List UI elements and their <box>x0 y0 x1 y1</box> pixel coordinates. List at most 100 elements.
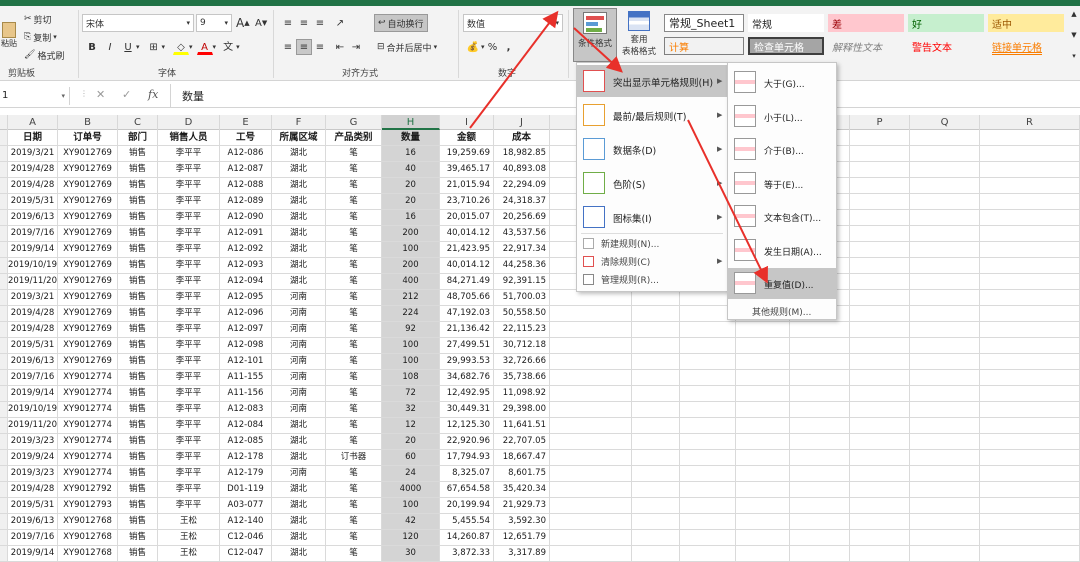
cell[interactable]: A12-087 <box>220 162 272 178</box>
cell[interactable]: 销售 <box>118 466 158 482</box>
select-all-corner[interactable] <box>0 115 8 130</box>
empty-cell[interactable] <box>910 418 980 434</box>
cell[interactable]: 销售 <box>118 258 158 274</box>
cell[interactable]: 200 <box>382 258 440 274</box>
empty-cell[interactable] <box>980 546 1080 562</box>
copy-button[interactable]: ⎘ 复制 ▾ <box>24 28 57 46</box>
cell[interactable]: 笔 <box>326 242 382 258</box>
empty-cell[interactable] <box>680 338 736 354</box>
empty-cell[interactable] <box>550 386 632 402</box>
empty-cell[interactable] <box>850 210 910 226</box>
cell[interactable]: 24,318.37 <box>494 194 550 210</box>
empty-cell[interactable] <box>910 162 980 178</box>
empty-cell[interactable] <box>632 354 680 370</box>
empty-cell[interactable] <box>980 258 1080 274</box>
cell[interactable]: 李平平 <box>158 466 220 482</box>
empty-cell[interactable] <box>550 290 632 306</box>
style-check-cell[interactable]: 检查单元格 <box>748 37 824 55</box>
empty-cell[interactable] <box>980 338 1080 354</box>
cell[interactable]: XY9012769 <box>58 210 118 226</box>
empty-cell[interactable] <box>550 354 632 370</box>
cell[interactable]: 笔 <box>326 162 382 178</box>
cell[interactable]: XY9012769 <box>58 354 118 370</box>
empty-cell[interactable] <box>910 354 980 370</box>
empty-cell[interactable] <box>850 530 910 546</box>
cell[interactable]: 2019/5/31 <box>8 194 58 210</box>
cell[interactable]: A11-156 <box>220 386 272 402</box>
row-header[interactable] <box>0 274 8 290</box>
cell[interactable]: 湖北 <box>272 418 326 434</box>
empty-cell[interactable] <box>680 530 736 546</box>
cell[interactable]: A12-086 <box>220 146 272 162</box>
cell[interactable]: 销售 <box>118 546 158 562</box>
cancel-icon[interactable]: ✕ <box>96 88 105 101</box>
cell[interactable]: 2019/3/21 <box>8 290 58 306</box>
align-middle-icon[interactable]: ≡ <box>296 15 312 31</box>
row-header[interactable] <box>0 418 8 434</box>
cell[interactable]: 2019/11/20 <box>8 418 58 434</box>
empty-cell[interactable] <box>980 370 1080 386</box>
empty-cell[interactable] <box>910 498 980 514</box>
cell[interactable]: 湖北 <box>272 482 326 498</box>
cell[interactable]: 42 <box>382 514 440 530</box>
empty-cell[interactable] <box>790 354 850 370</box>
cell[interactable]: 销售 <box>118 178 158 194</box>
menu-top-bottom-rules[interactable]: 最前/最后规则(T) ▶ <box>577 99 727 131</box>
column-header-g[interactable]: G <box>326 115 382 130</box>
cell[interactable]: XY9012792 <box>58 482 118 498</box>
empty-cell[interactable] <box>980 178 1080 194</box>
cell[interactable]: 22,707.05 <box>494 434 550 450</box>
empty-cell[interactable] <box>550 450 632 466</box>
empty-cell[interactable] <box>680 466 736 482</box>
cell[interactable]: 3,317.89 <box>494 546 550 562</box>
cell[interactable]: 44,258.36 <box>494 258 550 274</box>
empty-cell[interactable] <box>632 450 680 466</box>
empty-cell[interactable] <box>910 402 980 418</box>
submenu-between[interactable]: 介于(B)... <box>728 134 836 165</box>
empty-cell[interactable] <box>850 386 910 402</box>
cell[interactable]: XY9012769 <box>58 290 118 306</box>
cell[interactable]: 李平平 <box>158 258 220 274</box>
empty-cell[interactable] <box>910 210 980 226</box>
empty-cell[interactable] <box>790 402 850 418</box>
empty-cell[interactable] <box>980 162 1080 178</box>
cell[interactable]: 2019/4/28 <box>8 178 58 194</box>
submenu-date-occurring[interactable]: 发生日期(A)... <box>728 235 836 266</box>
cell[interactable]: 笔 <box>326 306 382 322</box>
empty-cell[interactable] <box>850 258 910 274</box>
align-right-icon[interactable]: ≡ <box>312 39 328 55</box>
cell[interactable]: 22,115.23 <box>494 322 550 338</box>
cell[interactable]: 李平平 <box>158 338 220 354</box>
empty-cell[interactable] <box>736 402 790 418</box>
cell[interactable]: 17,794.93 <box>440 450 494 466</box>
underline-dropdown-icon[interactable]: ▾ <box>136 43 140 51</box>
font-color-dropdown-icon[interactable]: ▾ <box>213 43 217 51</box>
cell[interactable]: 21,136.42 <box>440 322 494 338</box>
cell[interactable]: 2019/3/23 <box>8 434 58 450</box>
cell[interactable]: 40 <box>382 162 440 178</box>
cell[interactable]: 李平平 <box>158 434 220 450</box>
empty-cell[interactable] <box>980 498 1080 514</box>
empty-cell[interactable] <box>850 434 910 450</box>
cell[interactable]: 李平平 <box>158 194 220 210</box>
cell[interactable]: 23,710.26 <box>440 194 494 210</box>
cell[interactable]: 湖北 <box>272 514 326 530</box>
cell[interactable]: 2019/11/20 <box>8 274 58 290</box>
empty-cell[interactable] <box>980 418 1080 434</box>
cell[interactable]: XY9012774 <box>58 466 118 482</box>
cell[interactable]: 笔 <box>326 498 382 514</box>
empty-cell[interactable] <box>850 306 910 322</box>
row-header[interactable] <box>0 434 8 450</box>
cell[interactable]: A03-077 <box>220 498 272 514</box>
cell[interactable]: 30 <box>382 546 440 562</box>
cell[interactable]: 72 <box>382 386 440 402</box>
empty-cell[interactable] <box>910 386 980 402</box>
cell[interactable]: 100 <box>382 242 440 258</box>
cell[interactable]: A12-140 <box>220 514 272 530</box>
empty-cell[interactable] <box>790 530 850 546</box>
cell[interactable]: 20 <box>382 178 440 194</box>
cell[interactable]: 笔 <box>326 386 382 402</box>
enter-icon[interactable]: ✓ <box>122 88 131 101</box>
cell[interactable]: 22,294.09 <box>494 178 550 194</box>
cell[interactable]: A12-178 <box>220 450 272 466</box>
